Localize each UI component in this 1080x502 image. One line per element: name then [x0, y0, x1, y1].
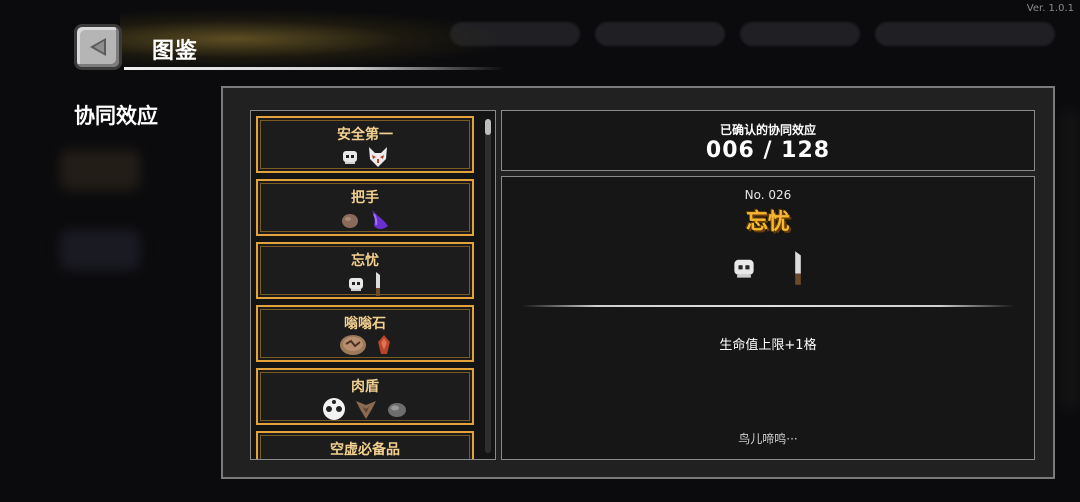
skull-mask-icon — [734, 259, 754, 278]
list-item[interactable]: 嗡嗡石 — [256, 305, 474, 362]
background-blur — [60, 150, 140, 190]
counter-label: 已确认的协同效应 — [719, 123, 816, 137]
cracked-stone-icon — [340, 335, 366, 355]
red-crystal-icon — [378, 335, 390, 354]
purple-claw-icon — [372, 210, 388, 229]
item-name: 把手 — [351, 190, 379, 206]
page-title: 图鉴 — [152, 39, 199, 64]
item-name: 肉盾 — [351, 379, 379, 395]
resource-bar — [450, 22, 1060, 50]
list-scrollbar[interactable] — [485, 119, 491, 453]
synergy-detail: No. 026 忘忧 生命值上限+1格 鸟儿啼鸣··· — [501, 176, 1035, 460]
item-name: 嗡嗡石 — [344, 316, 386, 332]
title-underline — [124, 67, 504, 70]
section-title: 协同效应 — [74, 104, 158, 128]
background-blur — [60, 230, 140, 270]
knife-icon — [795, 251, 801, 285]
rock-fist-icon — [342, 214, 358, 228]
version-label: Ver. 1.0.1 — [1026, 3, 1074, 14]
fox-mask-icon — [369, 147, 387, 167]
list-item[interactable]: 安全第一 — [256, 116, 474, 173]
list-item[interactable]: 把手 — [256, 179, 474, 236]
knife-icon — [376, 272, 380, 296]
background-blur — [1060, 110, 1080, 410]
detail-divider — [522, 305, 1014, 307]
detail-effect: 生命值上限+1格 — [719, 338, 817, 353]
synergy-counter: 已确认的协同效应 006 / 128 — [501, 110, 1035, 171]
skull-mask-icon — [349, 278, 363, 291]
list-item[interactable]: 忘忧 — [256, 242, 474, 299]
back-button[interactable] — [74, 24, 122, 70]
list-item[interactable]: 空虚必备品 — [256, 431, 474, 459]
codex-frame: 安全第一 把手 忘忧 嗡嗡石 肉盾 空虚必备品 已确认的协同效应 006 / 1… — [221, 86, 1055, 479]
detail-name: 忘忧 — [745, 210, 790, 235]
synergy-list-scroll[interactable]: 安全第一 把手 忘忧 嗡嗡石 肉盾 空虚必备品 — [256, 116, 478, 459]
bat-wing-icon — [356, 401, 376, 419]
synergy-list[interactable]: 安全第一 把手 忘忧 嗡嗡石 肉盾 空虚必备品 — [250, 110, 496, 460]
item-name: 空虚必备品 — [330, 442, 400, 458]
list-item[interactable]: 肉盾 — [256, 368, 474, 425]
skull-mask-icon — [343, 151, 357, 164]
soccer-ball-icon — [323, 398, 345, 420]
item-name: 安全第一 — [337, 127, 393, 143]
detail-number: No. 026 — [744, 188, 792, 202]
triangle-left-icon — [90, 38, 106, 56]
scrollbar-thumb[interactable] — [485, 119, 491, 135]
detail-flavor: 鸟儿啼鸣··· — [738, 432, 798, 446]
gray-stone-icon — [388, 403, 406, 417]
counter-value: 006 / 128 — [705, 138, 831, 163]
item-name: 忘忧 — [351, 253, 379, 269]
